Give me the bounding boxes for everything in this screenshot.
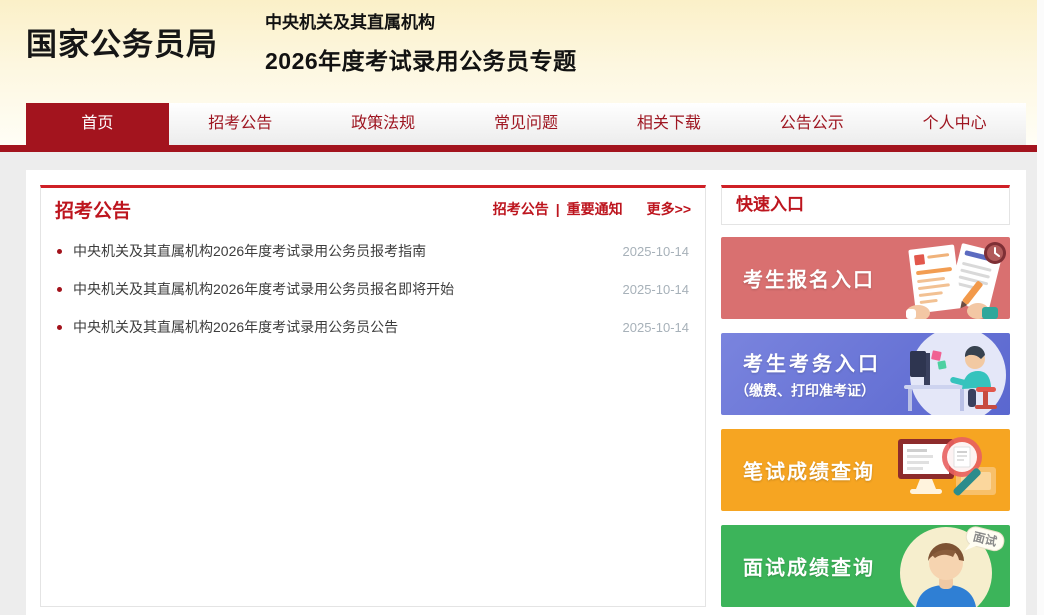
- announcement-link[interactable]: 中央机关及其直属机构2026年度考试录用公务员报考指南: [73, 241, 613, 261]
- bullet-icon: [57, 287, 62, 292]
- nav-tab-personal-center[interactable]: 个人中心: [883, 103, 1026, 145]
- page-title: 2026年度考试录用公务员专题: [265, 42, 577, 76]
- announcement-date: 2025-10-14: [623, 282, 690, 297]
- filter-link-announcements[interactable]: 招考公告: [493, 199, 549, 219]
- banner-label: 面试成绩查询: [743, 552, 875, 581]
- announcement-date: 2025-10-14: [623, 320, 690, 335]
- banner-exam-affairs[interactable]: 考生考务入口 （缴费、打印准考证）: [721, 333, 1010, 415]
- topic-title-block: 中央机关及其直属机构 2026年度考试录用公务员专题: [265, 8, 577, 76]
- agency-logo-text: 国家公务员局: [26, 19, 218, 64]
- announcements-title: 招考公告: [55, 196, 131, 223]
- bullet-icon: [57, 325, 62, 330]
- person-computer-icon: [880, 333, 1010, 415]
- content-wrapper: 招考公告 招考公告 | 重要通知 更多>> 中央机关及其直属机构2026年度考试…: [26, 170, 1026, 615]
- bullet-icon: [57, 249, 62, 254]
- quick-entry-column: 快速入口: [721, 185, 1010, 607]
- announcement-date: 2025-10-14: [623, 244, 690, 259]
- announcements-filter-links: 招考公告 | 重要通知 更多>>: [493, 199, 691, 219]
- monitor-magnifier-icon: [874, 429, 1010, 511]
- nav-tab-home[interactable]: 首页: [26, 103, 169, 145]
- quick-entry-title: 快速入口: [722, 188, 1009, 222]
- nav-tab-faq[interactable]: 常见问题: [455, 103, 598, 145]
- nav-tab-downloads[interactable]: 相关下载: [597, 103, 740, 145]
- banner-interview-score-query[interactable]: 面试 面试成绩查询: [721, 525, 1010, 607]
- scrollbar-track[interactable]: [1037, 0, 1044, 615]
- papers-pencil-icon: [862, 237, 1010, 319]
- banner-candidate-registration[interactable]: 考生报名入口: [721, 237, 1010, 319]
- interview-person-icon: 面试: [874, 525, 1010, 607]
- banner-written-score-query[interactable]: 笔试成绩查询: [721, 429, 1010, 511]
- main-nav: 首页 招考公告 政策法规 常见问题 相关下载 公告公示 个人中心: [26, 103, 1026, 145]
- topic-subtitle: 中央机关及其直属机构: [265, 8, 577, 33]
- nav-tab-public-notices[interactable]: 公告公示: [740, 103, 883, 145]
- announcements-panel: 招考公告 招考公告 | 重要通知 更多>> 中央机关及其直属机构2026年度考试…: [40, 185, 706, 607]
- banner-label: 考生考务入口: [735, 348, 881, 377]
- banner-label: 笔试成绩查询: [743, 456, 875, 485]
- banner-label: 考生报名入口: [743, 264, 875, 293]
- list-item: 中央机关及其直属机构2026年度考试录用公务员报名即将开始 2025-10-14: [57, 270, 689, 308]
- quick-entry-header: 快速入口: [721, 185, 1010, 225]
- filter-separator: |: [556, 201, 560, 217]
- banner-sublabel: （缴费、打印准考证）: [735, 381, 881, 401]
- nav-tab-announcements[interactable]: 招考公告: [169, 103, 312, 145]
- announcements-panel-header: 招考公告 招考公告 | 重要通知 更多>>: [41, 188, 705, 230]
- list-item: 中央机关及其直属机构2026年度考试录用公务员公告 2025-10-14: [57, 308, 689, 346]
- banner-label-group: 考生考务入口 （缴费、打印准考证）: [735, 348, 881, 401]
- announcement-link[interactable]: 中央机关及其直属机构2026年度考试录用公务员报名即将开始: [73, 279, 613, 299]
- page-background: 国家公务员局 中央机关及其直属机构 2026年度考试录用公务员专题 首页 招考公…: [0, 0, 1037, 615]
- nav-tab-policies[interactable]: 政策法规: [312, 103, 455, 145]
- announcements-list: 中央机关及其直属机构2026年度考试录用公务员报考指南 2025-10-14 中…: [41, 230, 705, 346]
- filter-link-important-notices[interactable]: 重要通知: [567, 199, 623, 219]
- list-item: 中央机关及其直属机构2026年度考试录用公务员报考指南 2025-10-14: [57, 232, 689, 270]
- announcement-link[interactable]: 中央机关及其直属机构2026年度考试录用公务员公告: [73, 317, 613, 337]
- nav-underline-bar: [0, 145, 1037, 152]
- more-link[interactable]: 更多>>: [647, 199, 691, 219]
